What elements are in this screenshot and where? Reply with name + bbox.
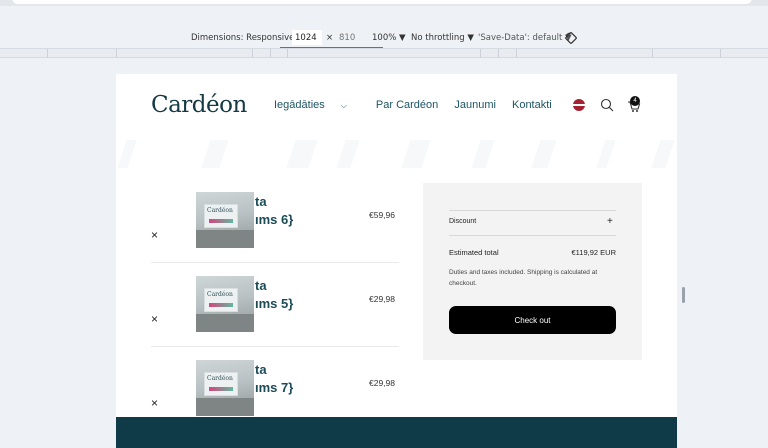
background-watermark — [116, 132, 677, 170]
save-data-dropdown[interactable]: 'Save-Data': default ▼ — [478, 33, 572, 43]
zoom-label: 100% — [372, 33, 397, 43]
product-box-label: Cardéon — [207, 375, 233, 382]
nav-item-news[interactable]: Jaunumi — [454, 99, 496, 111]
remove-item-button[interactable]: × — [151, 396, 158, 410]
caret-down-icon: ▼ — [467, 33, 474, 43]
language-flag-icon[interactable] — [573, 99, 585, 111]
estimated-total-value: €119,92 EUR — [571, 248, 616, 257]
cart-line-item: × Cardéon ta ıms 5} €29,98 — [151, 276, 399, 352]
zoom-dropdown[interactable]: 100% ▼ — [372, 33, 406, 43]
caret-down-icon: ▼ — [399, 33, 406, 43]
chevron-down-icon: ⌵ — [340, 101, 347, 110]
discount-label[interactable]: Discount — [449, 218, 476, 225]
discount-expand-button[interactable]: + — [607, 216, 613, 227]
product-name[interactable]: ta ıms 7} — [255, 361, 293, 397]
item-price: €29,98 — [369, 294, 395, 304]
estimated-total-label: Estimated total — [449, 248, 499, 257]
address-bar[interactable] — [12, 0, 752, 4]
browser-toolbar — [0, 0, 768, 6]
emulated-viewport: Cardéon Iegādāties ⌵ Par Cardéon Jaunumi … — [116, 74, 677, 448]
remove-item-button[interactable]: × — [151, 228, 158, 242]
product-thumbnail[interactable]: Cardéon — [196, 276, 254, 332]
product-thumbnail[interactable]: Cardéon — [196, 192, 254, 248]
cart-line-item: × Cardéon ta ıms 6} €59,96 — [151, 192, 399, 268]
width-input[interactable] — [292, 30, 322, 45]
save-data-label: 'Save-Data': default — [478, 33, 563, 43]
remove-item-button[interactable]: × — [151, 312, 158, 326]
divider — [151, 262, 399, 263]
checkout-button[interactable]: Check out — [449, 306, 616, 334]
footer-band — [116, 417, 677, 448]
rotate-icon[interactable] — [564, 31, 578, 45]
product-thumbnail[interactable]: Cardéon — [196, 360, 254, 416]
cart-count-badge: 4 — [630, 96, 640, 106]
throttling-label: No throttling — [411, 33, 465, 43]
divider — [449, 210, 616, 211]
product-box-label: Cardéon — [207, 291, 233, 298]
nav-item-shop[interactable]: Iegādāties ⌵ — [274, 99, 360, 111]
dimensions-label: Dimensions: Responsive — [191, 33, 295, 43]
product-name[interactable]: ta ıms 6} — [255, 193, 293, 229]
order-summary: Discount + Estimated total €119,92 EUR D… — [423, 183, 642, 360]
viewport-resize-handle[interactable] — [682, 287, 685, 303]
dimension-separator: × — [326, 33, 334, 43]
throttling-dropdown[interactable]: No throttling ▼ — [411, 33, 474, 43]
site-logo[interactable]: Cardéon — [151, 92, 247, 118]
main-nav: Iegādāties ⌵ Par Cardéon Jaunumi Kontakti — [274, 99, 565, 111]
device-toolbar: Dimensions: Responsive ▼ × 100% ▼ No thr… — [0, 28, 768, 48]
item-price: €59,96 — [369, 210, 395, 220]
dimensions-dropdown[interactable]: Dimensions: Responsive ▼ — [191, 33, 304, 43]
product-name[interactable]: ta ıms 5} — [255, 277, 293, 313]
product-box-label: Cardéon — [207, 207, 233, 214]
divider — [449, 235, 616, 236]
nav-item-contacts[interactable]: Kontakti — [512, 99, 552, 111]
height-input[interactable] — [336, 30, 370, 45]
search-icon[interactable] — [600, 98, 614, 112]
item-price: €29,98 — [369, 378, 395, 388]
duties-note: Duties and taxes included. Shipping is c… — [449, 269, 598, 287]
divider — [151, 346, 399, 347]
media-query-ruler — [0, 48, 768, 58]
nav-item-about[interactable]: Par Cardéon — [376, 99, 438, 111]
